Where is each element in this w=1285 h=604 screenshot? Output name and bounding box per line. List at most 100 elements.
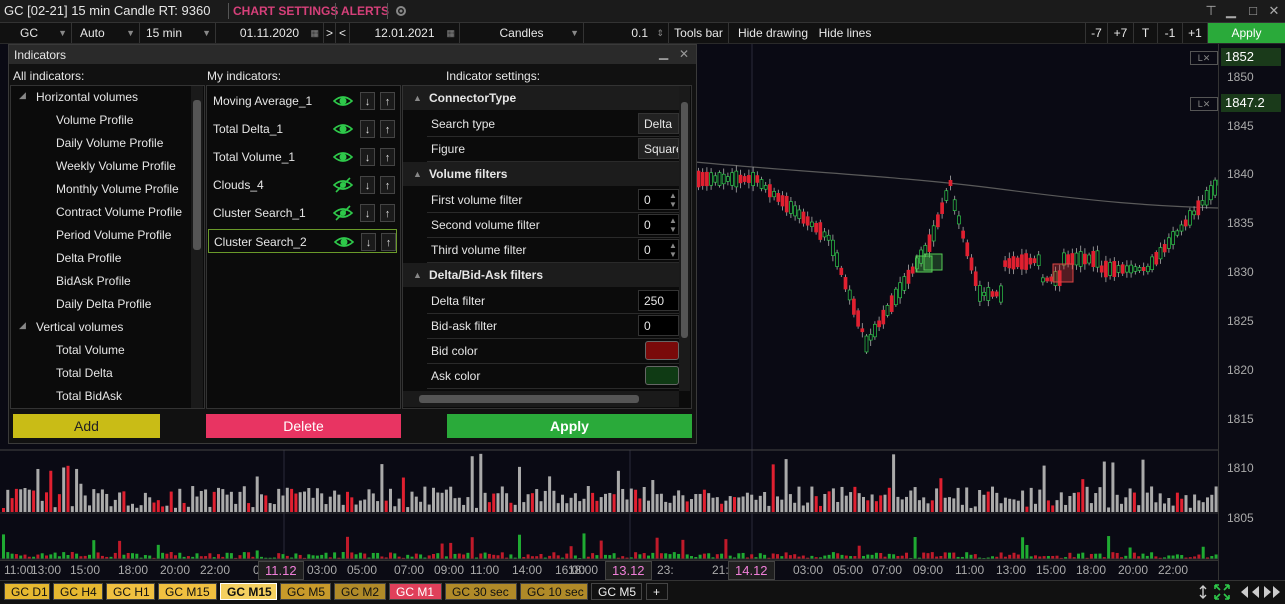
eye-crossed-icon[interactable] [333,205,353,221]
chart-tab[interactable]: GC M2 [334,583,386,600]
tree-item[interactable]: Period Volume Profile [56,228,171,242]
tree-group[interactable]: Horizontal volumes [36,90,138,104]
tree-item[interactable]: Monthly Volume Profile [56,182,179,196]
move-up-icon[interactable]: ↑ [381,233,396,251]
eye-icon[interactable] [333,149,353,165]
calendar-icon[interactable]: ▦ [310,23,319,43]
add-tab-button[interactable]: + [646,583,668,600]
move-down-icon[interactable]: ↓ [360,120,375,138]
vertical-scrollbar[interactable] [679,86,690,391]
hide-lines-button[interactable]: Hide lines [813,23,877,43]
t-button[interactable]: T [1134,23,1158,43]
tree-item[interactable]: Volume Profile [56,113,133,127]
tree-item[interactable]: Daily Volume Profile [56,136,163,150]
tree-item[interactable]: Total BidAsk [56,389,122,403]
chart-tab[interactable]: GC M5 [280,583,331,600]
chart-tab[interactable]: GC 30 sec [445,583,517,600]
chart-tab[interactable]: GC M5 [591,583,642,600]
nav-back-button[interactable]: < [336,23,350,43]
apply-button[interactable]: Apply [1208,23,1285,43]
eye-icon[interactable] [334,234,354,250]
chart-tab[interactable]: GC H1 [106,583,155,600]
ask-color-swatch[interactable] [645,366,679,385]
fullscreen-icon[interactable] [1214,584,1230,600]
delete-button[interactable]: Delete [206,414,401,438]
collapse-triangle-icon[interactable]: ▲ [413,263,422,287]
all-indicators-list[interactable]: ◢ Horizontal volumes Volume Profile Daily V… [10,85,205,409]
chart-tab[interactable]: GC M15 [220,583,277,600]
calendar-icon[interactable]: ▦ [446,23,455,43]
move-up-icon[interactable]: ↑ [380,176,395,194]
my-indicator-item[interactable]: Total Delta_1 ↓ ↑ [208,117,397,141]
chart-tab[interactable]: GC 10 sec [520,583,588,600]
date-to-field[interactable]: 12.01.2021▦ [350,23,460,43]
scale-select[interactable]: Auto▼ [72,23,140,43]
tree-group[interactable]: Vertical volumes [36,320,123,334]
close-icon[interactable]: ✕ [1265,3,1283,19]
eye-crossed-icon[interactable] [333,177,353,193]
tools-bar-button[interactable]: Tools bar [669,23,729,43]
chart-tab[interactable]: GC D1 [4,583,50,600]
setting-value[interactable]: Delta [638,113,679,134]
maximize-icon[interactable]: □ [1244,3,1262,19]
alerts-link[interactable]: ALERTS [341,4,389,18]
hide-drawing-button[interactable]: Hide drawing [733,23,813,43]
eye-icon[interactable] [333,121,353,137]
lock-icon[interactable]: L✕ [1190,97,1218,111]
tree-item[interactable]: Daily Delta Profile [56,297,151,311]
tick-stepper[interactable]: 0.1⇕ [584,23,669,43]
lock-icon[interactable]: L✕ [1190,51,1218,65]
tree-item[interactable]: Total Delta [56,366,113,380]
collapse-triangle-icon[interactable]: ◢ [19,320,26,331]
chart-type-select[interactable]: Candles▼ [460,23,584,43]
gear-icon[interactable] [393,4,409,18]
settings-section-header[interactable]: ▲ConnectorType [403,86,679,110]
setting-value[interactable]: Square [638,138,679,159]
tree-item[interactable]: Weekly Volume Profile [56,159,176,173]
add-button[interactable]: Add [13,414,160,438]
my-indicator-item[interactable]: Moving Average_1 ↓ ↑ [208,89,397,113]
tree-item[interactable]: BidAsk Profile [56,274,131,288]
indicator-settings-panel[interactable]: ▲ConnectorTypeSearch typeDeltaFigureSqua… [402,85,692,409]
bid-color-swatch[interactable] [645,341,679,360]
move-down-icon[interactable]: ↓ [360,92,375,110]
move-up-icon[interactable]: ↑ [380,148,395,166]
vertical-resize-icon[interactable] [1198,585,1208,599]
collapse-triangle-icon[interactable]: ◢ [19,90,26,101]
settings-section-header[interactable]: ▲Volume filters [403,162,679,186]
tree-item[interactable]: Total Volume [56,343,125,357]
timeframe-select[interactable]: 15 min▼ [140,23,216,43]
scrollbar-thumb[interactable] [193,100,201,250]
scroll-arrows-icon[interactable] [1240,585,1284,599]
stepper-arrows-icon[interactable]: ⇕ [656,23,664,43]
close-icon[interactable]: ✕ [679,47,689,61]
move-up-icon[interactable]: ↑ [380,204,395,222]
settings-section-header[interactable]: ▲Delta/Bid-Ask filters [403,263,679,287]
minimize-icon[interactable]: ▁ [659,46,668,60]
stepper-arrows-icon[interactable]: ▲▼ [669,241,677,259]
symbol-select[interactable]: GC▼ [0,23,72,43]
setting-value[interactable]: 0 [638,315,679,336]
chart-tab[interactable]: GC M1 [389,583,442,600]
move-down-icon[interactable]: ↓ [361,233,376,251]
plus1-button[interactable]: +1 [1183,23,1208,43]
move-down-icon[interactable]: ↓ [360,148,375,166]
chart-tab[interactable]: GC M15 [158,583,217,600]
chart-tab[interactable]: GC H4 [53,583,103,600]
minus7-button[interactable]: -7 [1085,23,1108,43]
dialog-apply-button[interactable]: Apply [447,414,692,438]
scrollbar-thumb[interactable] [419,395,639,403]
move-down-icon[interactable]: ↓ [360,204,375,222]
stepper-arrows-icon[interactable]: ▲▼ [669,191,677,209]
time-axis[interactable]: 11:0013:0015:0018:0020:0022:0001:0003:00… [0,560,1218,580]
horizontal-scrollbar[interactable] [403,391,679,407]
setting-value[interactable]: 250 [638,290,679,311]
eye-icon[interactable] [333,93,353,109]
my-indicator-item[interactable]: Total Volume_1 ↓ ↑ [208,145,397,169]
nav-forward-button[interactable]: > [324,23,336,43]
price-axis[interactable]: 1852 1847.2 1850184518401835183018251820… [1218,44,1285,580]
collapse-triangle-icon[interactable]: ▲ [413,86,422,110]
minus1-button[interactable]: -1 [1158,23,1183,43]
stepper-arrows-icon[interactable]: ▲▼ [669,216,677,234]
my-indicator-item[interactable]: Cluster Search_1 ↓ ↑ [208,201,397,225]
